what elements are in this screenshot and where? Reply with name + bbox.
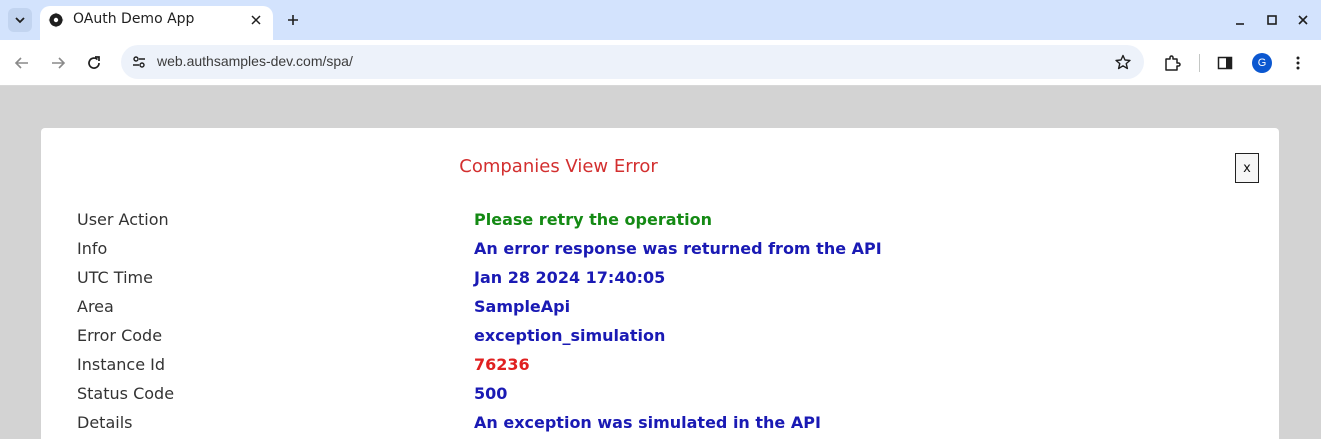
maximize-button[interactable] <box>1262 10 1282 30</box>
error-row-instance-id: Instance Id 76236 <box>77 351 1257 380</box>
row-value: An exception was simulated in the API <box>474 413 821 432</box>
error-row-info: Info An error response was returned from… <box>77 235 1257 264</box>
window-close-button[interactable] <box>1293 10 1313 30</box>
tab-title: OAuth Demo App <box>73 11 195 27</box>
bookmark-button[interactable] <box>1112 51 1134 73</box>
close-error-button[interactable]: x <box>1235 153 1259 183</box>
browser-menu-button[interactable] <box>1286 51 1310 75</box>
arrow-right-icon <box>52 57 66 69</box>
row-value: An error response was returned from the … <box>474 239 882 258</box>
row-label: Info <box>77 239 108 258</box>
side-panel-button[interactable] <box>1213 51 1237 75</box>
close-icon <box>251 15 261 25</box>
star-icon <box>1115 54 1131 70</box>
browser-toolbar: web.authsamples-dev.com/spa/ G <box>0 40 1321 86</box>
row-label: Status Code <box>77 384 175 403</box>
tab-search-button[interactable] <box>8 8 32 32</box>
row-label: UTC Time <box>77 268 153 287</box>
row-value: 76236 <box>474 355 530 374</box>
row-value: 500 <box>474 384 508 403</box>
row-label: Details <box>77 413 133 432</box>
error-row-details: Details An exception was simulated in th… <box>77 409 1257 438</box>
browser-tab[interactable]: OAuth Demo App <box>40 6 273 40</box>
tab-strip: OAuth Demo App <box>0 0 1321 40</box>
back-button[interactable] <box>10 51 34 75</box>
row-label: Area <box>77 297 114 316</box>
error-row-error-code: Error Code exception_simulation <box>77 322 1257 351</box>
arrow-left-icon <box>14 57 28 69</box>
maximize-icon <box>1267 15 1277 25</box>
error-row-utc-time: UTC Time Jan 28 2024 17:40:05 <box>77 264 1257 293</box>
minimize-icon <box>1236 23 1244 25</box>
row-value: exception_simulation <box>474 326 666 345</box>
gear-icon <box>48 12 64 28</box>
chevron-down-icon <box>15 17 25 24</box>
tune-icon <box>133 56 145 68</box>
more-vert-icon <box>1296 56 1300 70</box>
puzzle-icon <box>1165 55 1181 71</box>
row-value: Jan 28 2024 17:40:05 <box>474 268 666 287</box>
error-panel: Companies View Error x User Action Pleas… <box>41 128 1279 439</box>
minimize-button[interactable] <box>1230 10 1250 30</box>
extensions-button[interactable] <box>1160 51 1184 75</box>
url-text[interactable]: web.authsamples-dev.com/spa/ <box>157 53 353 69</box>
new-tab-button[interactable] <box>282 9 304 31</box>
error-row-status-code: Status Code 500 <box>77 380 1257 409</box>
address-bar[interactable]: web.authsamples-dev.com/spa/ <box>121 45 1144 79</box>
row-value: SampleApi <box>474 297 571 316</box>
tab-close-button[interactable] <box>247 11 265 29</box>
error-title: Companies View Error <box>459 156 658 177</box>
toolbar-divider <box>1199 54 1200 72</box>
error-row-user-action: User Action Please retry the operation <box>77 206 1257 235</box>
close-icon <box>1298 15 1308 25</box>
profile-avatar[interactable]: G <box>1252 53 1272 73</box>
reload-button[interactable] <box>82 51 106 75</box>
side-panel-icon <box>1217 56 1233 70</box>
row-label: User Action <box>77 210 169 229</box>
error-row-area: Area SampleApi <box>77 293 1257 322</box>
forward-button[interactable] <box>46 51 70 75</box>
row-label: Instance Id <box>77 355 166 374</box>
error-details: User Action Please retry the operation I… <box>77 206 1257 438</box>
row-value: Please retry the operation <box>474 210 713 229</box>
reload-icon <box>88 56 100 69</box>
plus-icon <box>288 15 298 25</box>
site-info-button[interactable] <box>129 52 149 72</box>
row-label: Error Code <box>77 326 163 345</box>
